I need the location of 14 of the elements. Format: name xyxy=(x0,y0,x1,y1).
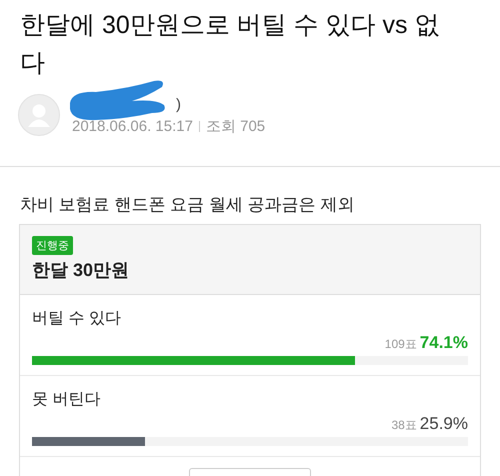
poll-title: 한달 30만원 xyxy=(32,259,130,282)
option-label: 버틸 수 있다 xyxy=(32,309,122,329)
author-name: ) xyxy=(176,96,181,112)
status-badge: 진행중 xyxy=(32,236,73,255)
vote-count: 38표 xyxy=(391,417,417,434)
vote-percent: 25.9% xyxy=(420,414,468,434)
vote-percent: 74.1% xyxy=(420,333,468,353)
avatar-icon xyxy=(18,94,60,136)
post-title: 한달에 30만원으로 버틸 수 있다 vs 없다 xyxy=(20,10,440,79)
post-date: 2018.06.06. 15:17 xyxy=(72,118,193,134)
vote-count: 109표 xyxy=(384,336,417,353)
post-text: 차비 보험료 핸드폰 요금 월세 공과금은 제외 xyxy=(20,194,356,216)
view-count: 조회 705 xyxy=(206,116,266,136)
option-label: 못 버틴다 xyxy=(32,390,102,410)
